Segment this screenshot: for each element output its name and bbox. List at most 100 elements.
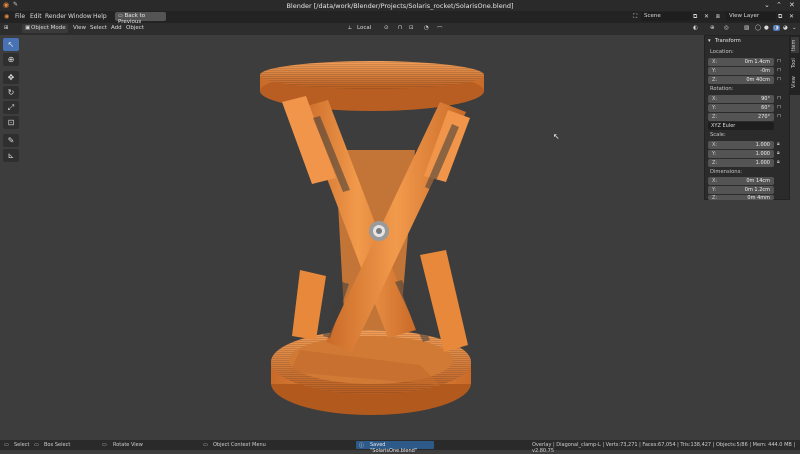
visibility-icon[interactable]: ◐	[693, 25, 698, 31]
transform-tool-icon[interactable]: ⊡	[3, 116, 19, 129]
header-object[interactable]: Object	[126, 25, 144, 31]
window-title: Blender [/data/work/Blender/Projects/Sol…	[286, 2, 514, 10]
shading-wireframe-icon[interactable]: ◯	[755, 25, 761, 31]
measure-tool-icon[interactable]: ⊾	[3, 149, 19, 162]
pivot-dropdown[interactable]: Local	[355, 24, 381, 33]
select-tool-icon[interactable]: ↖	[3, 38, 19, 51]
scale-tool-icon[interactable]: ⤢	[3, 101, 19, 114]
xray-icon[interactable]: ▨	[744, 25, 749, 31]
rotation-label: Rotation:	[710, 86, 734, 92]
dimensions-x-field[interactable]: X: 0m 14cm	[708, 177, 774, 185]
shading-rendered-icon[interactable]: ◕	[783, 25, 788, 31]
lock-icon[interactable]: ⊓	[777, 67, 781, 73]
scale-z-field[interactable]: Z: 1.000	[708, 159, 774, 167]
lock-icon[interactable]: ⊓	[777, 113, 781, 119]
lock-icon[interactable]: 🔒︎	[777, 159, 780, 165]
move-tool-icon[interactable]: ✥	[3, 71, 19, 84]
scene-field[interactable]: Scene	[641, 12, 691, 21]
pivot-label: Local	[357, 25, 372, 31]
tab-item[interactable]: Item	[791, 37, 799, 53]
snap-target-icon[interactable]: ⊡	[409, 25, 414, 31]
maximize-icon[interactable]: ⌃	[776, 1, 782, 9]
close-icon[interactable]: ✕	[789, 1, 795, 9]
back-to-previous-button[interactable]: ▭ Back to Previous	[115, 12, 166, 25]
annotate-tool-icon[interactable]: ✎	[3, 134, 19, 147]
model-render	[260, 61, 484, 415]
transform-header[interactable]: Transform	[715, 38, 741, 44]
header-select[interactable]: Select	[90, 25, 107, 31]
menu-file[interactable]: File	[15, 13, 25, 20]
header-add[interactable]: Add	[111, 25, 122, 31]
info-icon: ⓘ	[359, 443, 365, 449]
proportional-edit-icon[interactable]: ◔	[424, 25, 429, 31]
blender-menu-icon[interactable]: ◉	[4, 13, 9, 20]
snap-icon[interactable]: ⊓	[398, 25, 402, 31]
new-scene-icon[interactable]: ⧉	[693, 13, 697, 21]
transform-panel: ▾ Transform Location: X: 0m 1.4cm Y: -0m Z…	[704, 35, 790, 201]
status-context-menu: Object Context Menu	[213, 442, 266, 448]
scale-label: Scale:	[710, 132, 726, 138]
scale-y-field[interactable]: Y: 1.000	[708, 150, 774, 158]
rotation-x-field[interactable]: X: 90°	[708, 95, 774, 103]
dimensions-z-field[interactable]: Z: 0m 4mm	[708, 195, 774, 201]
location-label: Location:	[710, 49, 734, 55]
lock-icon[interactable]: ⊓	[777, 58, 781, 64]
gizmo-icon[interactable]: ⊕	[710, 25, 715, 31]
menu-window[interactable]: Window	[68, 13, 92, 20]
top-menu-bar: ◉ File Edit Render Window Help ▭ Back to…	[0, 11, 800, 25]
tool-shelf: ↖ ⊕ ✥ ↻ ⤢ ⊡ ✎ ⊾	[3, 38, 20, 162]
rotation-mode-dropdown[interactable]: XYZ Euler	[708, 122, 774, 130]
saved-message: Saved "SolarisOne.blend"	[370, 442, 418, 454]
status-select: Select	[14, 442, 30, 448]
menu-help[interactable]: Help	[93, 13, 107, 20]
collapse-icon[interactable]: ▾	[708, 38, 711, 44]
header-view[interactable]: View	[73, 25, 86, 31]
status-rotate-view: Rotate View	[113, 442, 143, 448]
orientation-icon[interactable]: ⟂	[348, 25, 352, 32]
sidebar-tabs: Item Tool View	[790, 35, 800, 95]
new-view-layer-icon[interactable]: ⧉	[778, 13, 782, 21]
dimensions-label: Dimensions:	[710, 169, 743, 175]
mode-dropdown[interactable]: ▣ Object Mode	[22, 24, 68, 33]
pivot-point-icon[interactable]: ⊙	[384, 25, 389, 31]
lock-icon[interactable]: ⊓	[777, 104, 781, 110]
location-x-field[interactable]: X: 0m 1.4cm	[708, 58, 774, 66]
dimensions-y-field[interactable]: Y: 0m 1.2cm	[708, 186, 774, 194]
save-notification: ⓘ Saved "SolarisOne.blend"	[356, 441, 434, 454]
mouse-middle-drag-icon: ▭	[102, 442, 107, 448]
tab-view[interactable]: View	[791, 73, 799, 91]
menu-edit[interactable]: Edit	[30, 13, 42, 20]
scale-x-field[interactable]: X: 1.000	[708, 141, 774, 149]
status-bar: ▭ Select ▭ Box Select ▭ Rotate View ▭ Ob…	[0, 440, 800, 454]
editor-type-icon[interactable]: ⊞	[4, 25, 9, 31]
view-layer-icon[interactable]: ⧈	[716, 13, 720, 21]
location-y-field[interactable]: Y: -0m	[708, 67, 774, 75]
rotate-tool-icon[interactable]: ↻	[3, 86, 19, 99]
lock-icon[interactable]: ⊓	[777, 76, 781, 82]
view-layer-name: View Layer	[729, 13, 760, 19]
cursor-tool-icon[interactable]: ⊕	[3, 53, 19, 66]
rotation-y-field[interactable]: Y: 60°	[708, 104, 774, 112]
shading-solid-icon[interactable]: ●	[764, 25, 769, 31]
delete-scene-icon[interactable]: ✕	[704, 13, 709, 20]
tab-tool[interactable]: Tool	[791, 55, 799, 71]
mouse-middle-icon: ▭	[34, 442, 39, 448]
rotation-z-field[interactable]: Z: 270°	[708, 113, 774, 121]
overlay-icon[interactable]: ◎	[724, 25, 729, 31]
lock-icon[interactable]: 🔒︎	[777, 150, 780, 156]
view-layer-field[interactable]: View Layer	[726, 12, 776, 21]
3d-viewport[interactable]: ↖	[0, 35, 800, 440]
location-z-field[interactable]: Z: 0m 40cm	[708, 76, 774, 84]
scene-icon[interactable]: ⛶	[633, 13, 637, 21]
proportional-falloff-icon[interactable]: ⌒	[437, 25, 443, 33]
delete-view-layer-icon[interactable]: ✕	[789, 13, 794, 20]
minimize-icon[interactable]: ⌄	[764, 1, 770, 9]
menu-render[interactable]: Render	[45, 13, 66, 20]
status-box-select: Box Select	[44, 442, 71, 448]
lock-icon[interactable]: 🔒︎	[777, 141, 780, 147]
lock-icon[interactable]: ⊓	[777, 95, 781, 101]
title-bar: ◉ ✎ Blender [/data/work/Blender/Projects…	[0, 0, 800, 11]
object-mode-icon: ▣	[25, 25, 31, 31]
shading-options-icon[interactable]: ⌄	[792, 25, 797, 31]
shading-material-icon[interactable]: ◑	[773, 25, 780, 31]
